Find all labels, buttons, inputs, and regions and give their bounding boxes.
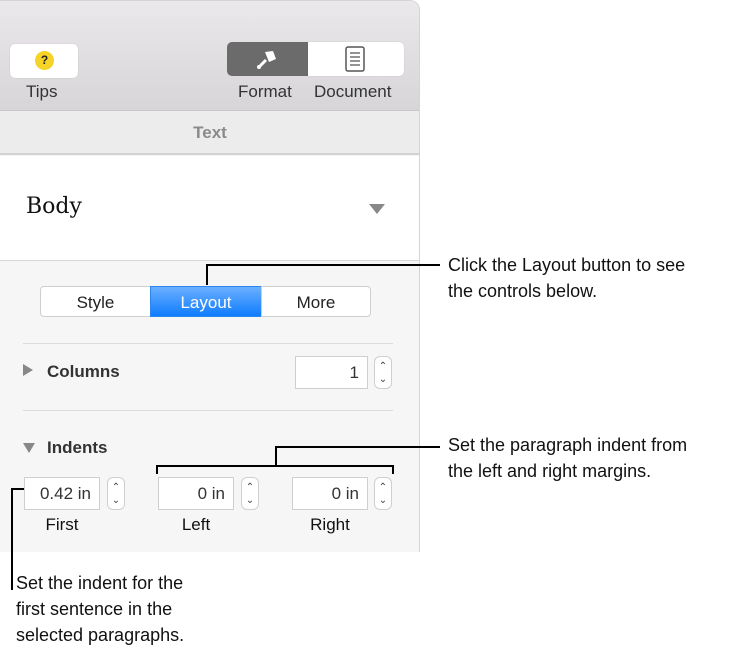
callout-margins: Set the paragraph indent from the left a…: [448, 432, 687, 484]
callout-text: first sentence in the: [16, 599, 173, 619]
first-label: First: [45, 515, 79, 534]
callout-bracket: [156, 465, 158, 474]
first-indent-stepper[interactable]: ⌃ ⌄: [107, 477, 125, 510]
callout-line: [206, 264, 440, 266]
tab-text[interactable]: Text: [0, 111, 419, 155]
disclosure-expanded-icon[interactable]: [23, 443, 35, 453]
callout-layout: Click the Layout button to see the contr…: [448, 252, 685, 304]
callout-line: [206, 264, 208, 285]
callout-text: the controls below.: [448, 281, 598, 301]
paragraph-style-selector[interactable]: Body: [0, 156, 419, 261]
divider: [23, 410, 393, 411]
tab-layout[interactable]: Layout: [150, 286, 262, 317]
callout-text: Click the Layout button to see: [448, 255, 686, 275]
left-label: Left: [181, 515, 211, 534]
divider: [23, 343, 393, 344]
dropdown-triangle-icon[interactable]: [369, 204, 385, 214]
left-indent-stepper[interactable]: ⌃ ⌄: [241, 477, 259, 510]
callout-first: Set the indent for the first sentence in…: [16, 570, 184, 648]
callout-text: the left and right margins.: [448, 461, 652, 481]
paintbrush-icon: [257, 51, 276, 69]
paragraph-style-name: Body: [26, 194, 82, 219]
callout-text: Set the paragraph indent from: [448, 435, 688, 455]
callout-bracket: [392, 465, 394, 474]
callout-text: Set the indent for the: [16, 573, 184, 593]
callout-line: [275, 446, 440, 448]
tab-style[interactable]: Style: [40, 286, 151, 317]
tips-label: Tips: [26, 82, 58, 101]
toolbar: ? Tips Format Document: [0, 1, 419, 111]
disclosure-collapsed-icon[interactable]: [23, 364, 33, 376]
format-inspector-panel: ? Tips Format Document Text Body Style L…: [0, 0, 420, 552]
right-indent-input[interactable]: 0 in: [292, 477, 368, 510]
document-button[interactable]: [308, 42, 404, 76]
indents-label: Indents: [47, 438, 108, 457]
format-label: Format: [238, 82, 292, 101]
callout-line: [11, 488, 13, 590]
document-icon: [345, 46, 365, 72]
tab-more[interactable]: More: [261, 286, 371, 317]
columns-label: Columns: [47, 362, 120, 381]
document-label: Document: [314, 82, 392, 101]
format-button[interactable]: [227, 42, 308, 76]
callout-text: selected paragraphs.: [16, 625, 185, 645]
columns-input[interactable]: 1: [295, 356, 368, 389]
first-indent-input[interactable]: 0.42 in: [24, 477, 100, 510]
right-label: Right: [310, 515, 350, 534]
tips-button[interactable]: ?: [10, 44, 78, 78]
callout-line: [275, 446, 277, 467]
right-indent-stepper[interactable]: ⌃ ⌄: [374, 477, 392, 510]
columns-stepper[interactable]: ⌃ ⌄: [374, 356, 392, 389]
question-icon: ?: [35, 51, 54, 70]
callout-bracket: [156, 465, 394, 467]
left-indent-input[interactable]: 0 in: [158, 477, 234, 510]
